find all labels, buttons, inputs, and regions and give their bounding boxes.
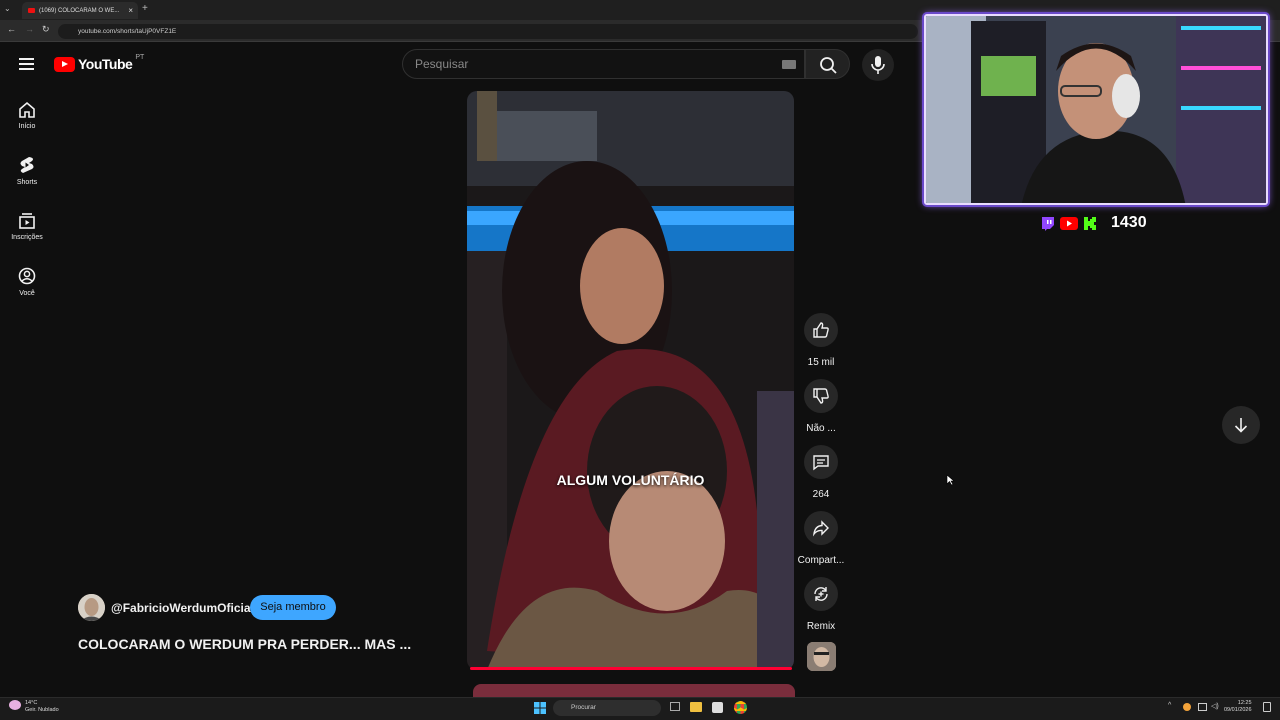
next-short-button[interactable] [1222, 406, 1260, 444]
video-caption: ALGUM VOLUNTÁRIO [556, 472, 705, 488]
tray-chevron-icon[interactable]: ^ [1168, 702, 1171, 709]
youtube-favicon-icon [28, 8, 35, 13]
taskbar-clock[interactable]: 12:25 09/01/2026 [1224, 700, 1252, 714]
search-input[interactable]: Pesquisar [402, 49, 805, 79]
follower-count: 1430 [1111, 214, 1147, 231]
share-button[interactable]: Compart... [797, 511, 845, 566]
voice-search-button[interactable] [862, 49, 894, 81]
user-icon [18, 267, 36, 285]
tab-title: (1069) COLOCARAM O WE... [39, 7, 120, 14]
search-button[interactable] [805, 49, 850, 79]
video-frame-image [467, 91, 794, 670]
dislike-label: Não ... [806, 423, 836, 434]
sound-thumbnail-image [807, 642, 836, 671]
url-field[interactable]: youtube.com/shorts/taUjP0VFZ1E [58, 24, 918, 39]
reload-icon[interactable]: ↻ [42, 24, 50, 35]
youtube-icon [1060, 216, 1078, 230]
taskbar-search-label: Procurar [571, 704, 596, 711]
shorts-icon [20, 157, 34, 173]
volume-icon[interactable]: ◁) [1211, 702, 1219, 710]
sidebar-item-label: Início [18, 123, 36, 130]
mouse-cursor-icon [946, 474, 955, 486]
sidebar-item-subscriptions[interactable]: Inscrições [0, 212, 54, 241]
weather-widget[interactable]: 14°C Geir. Nublado [25, 700, 59, 714]
remix-button[interactable]: Remix [800, 577, 842, 632]
share-label: Compart... [797, 555, 845, 566]
clock-date: 09/01/2026 [1224, 707, 1252, 713]
youtube-logo[interactable]: YouTube PT [54, 53, 145, 72]
sidebar-item-shorts[interactable]: Shorts [0, 156, 54, 186]
subscriptions-icon [19, 213, 35, 229]
new-tab-icon[interactable]: + [142, 3, 148, 14]
browser-tab[interactable]: (1069) COLOCARAM O WE... × [22, 2, 138, 19]
arrow-down-icon [1234, 418, 1248, 433]
tray-app-icon[interactable] [1183, 703, 1191, 711]
keyboard-icon[interactable] [782, 60, 796, 69]
channel-name[interactable]: @FabricioWerdumOficial [111, 601, 254, 615]
weather-icon [9, 700, 21, 710]
country-code: PT [135, 53, 145, 61]
webcam-image [926, 16, 1266, 203]
windows-start-icon[interactable] [534, 702, 546, 714]
thumbs-up-icon [813, 322, 829, 338]
video-progress-bar[interactable] [470, 667, 792, 670]
next-video-preview[interactable] [473, 684, 795, 698]
taskbar-search[interactable]: Procurar [553, 700, 661, 716]
clock-time: 12:25 [1237, 700, 1252, 706]
video-title[interactable]: COLOCARAM O WERDUM PRA PERDER... MAS ... [78, 636, 411, 652]
avatar-image [78, 594, 105, 621]
network-icon[interactable] [1198, 703, 1207, 711]
youtube-play-icon [54, 56, 75, 72]
comment-count: 264 [812, 489, 830, 500]
file-explorer-icon[interactable] [690, 702, 702, 712]
kick-icon [1084, 216, 1096, 230]
remix-icon [814, 587, 828, 601]
remix-label: Remix [806, 621, 836, 632]
menu-icon[interactable] [19, 58, 34, 70]
like-button[interactable]: 15 mil [800, 313, 842, 368]
channel-avatar[interactable] [78, 594, 105, 621]
sidebar-item-home[interactable]: Início [0, 101, 54, 130]
short-video-player[interactable] [467, 91, 794, 670]
task-view-icon[interactable] [670, 702, 680, 711]
back-icon[interactable]: ← [7, 24, 16, 34]
sidebar-item-label: Você [19, 290, 35, 297]
sidebar-item-label: Shorts [16, 179, 38, 186]
tab-menu-icon[interactable]: ⌄ [4, 4, 11, 13]
forward-icon[interactable]: → [25, 24, 34, 34]
join-button[interactable]: Seja membro [250, 595, 336, 620]
weather-condition: Geir. Nublado [25, 707, 59, 713]
notification-icon[interactable] [1263, 702, 1271, 712]
temperature: 14°C [25, 700, 38, 706]
sidebar-item-label: Inscrições [11, 234, 43, 241]
close-tab-icon[interactable]: × [128, 6, 133, 15]
thumbs-down-icon [813, 388, 829, 404]
sidebar-item-you[interactable]: Você [0, 267, 54, 297]
logo-text: YouTube [78, 56, 133, 72]
webcam-overlay [924, 14, 1268, 205]
microphone-icon [871, 56, 885, 74]
comments-button[interactable]: 264 [800, 445, 842, 500]
sound-thumbnail[interactable] [807, 642, 836, 671]
url-text: youtube.com/shorts/taUjP0VFZ1E [78, 28, 177, 35]
share-icon [812, 520, 829, 537]
search-icon [820, 57, 837, 74]
home-icon [19, 101, 35, 118]
comment-icon [813, 455, 829, 471]
social-follower-bar: 1430 [1040, 214, 1147, 232]
dislike-button[interactable]: Não ... [800, 379, 842, 434]
twitch-icon [1042, 216, 1054, 231]
chrome-icon[interactable] [734, 701, 747, 714]
store-icon[interactable] [712, 702, 723, 713]
like-count: 15 mil [807, 357, 835, 368]
